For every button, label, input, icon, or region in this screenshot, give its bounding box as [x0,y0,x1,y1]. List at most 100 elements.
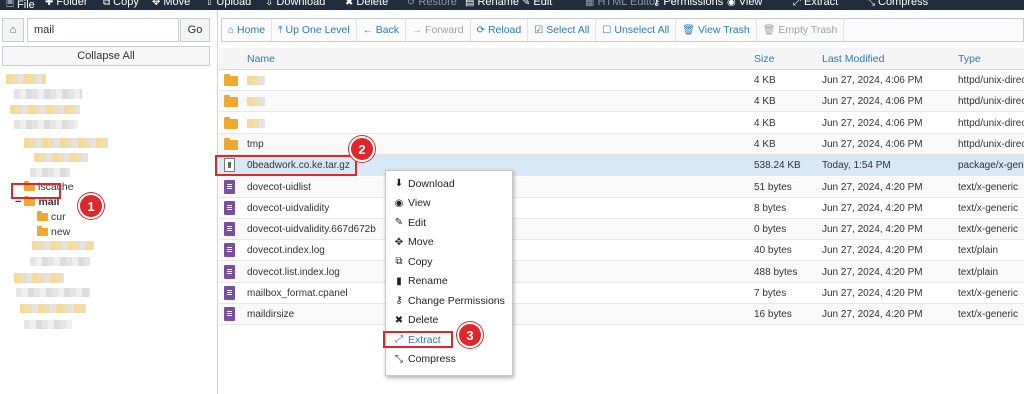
toolbar-move-button[interactable]: ✥ Move [152,0,190,8]
context-menu-compress[interactable]: ⤡ Compress [386,350,512,370]
compress-icon: ⤡ [395,353,403,365]
cell-modified: Jun 27, 2024, 4:20 PM [822,224,923,236]
home-button[interactable]: ⌂ [2,18,24,42]
column-size[interactable]: Size [754,53,774,65]
reload-button[interactable]: ⟳ Reload [471,19,529,41]
toolbar-extract-button[interactable]: ⤢ Extract [793,0,838,8]
cell-type: text/x-generic [958,181,1019,193]
collapse-all-button[interactable]: Collapse All [2,46,210,66]
column-name[interactable]: Name [247,53,275,65]
cell-size: 538.24 KB [754,160,801,172]
blurred-tree-item [30,257,90,266]
home-button[interactable]: ⌂ Home [222,19,273,41]
toolbar-download-button[interactable]: ⇩ Download [265,0,325,8]
move-icon: ✥ [394,236,404,248]
cell-size: 4 KB [754,117,776,129]
toolbar-label: Compress [878,0,929,8]
context-menu-move[interactable]: ✥ Move [386,233,512,253]
cell-name: dovecot.list.index.log [247,266,340,278]
cell-size: 40 bytes [754,245,792,257]
toolbar-upload-button[interactable]: ⇧ Upload [205,0,251,8]
eye-icon: ◉ [727,0,736,8]
check-square-icon: ☑ [534,24,544,36]
go-button[interactable]: Go [180,18,210,42]
text-file-icon [224,200,235,215]
cell-type: text/x-generic [958,224,1019,236]
table-row[interactable]: dovecot-uidlist 51 bytes Jun 27, 2024, 4:2… [219,176,1024,198]
table-row[interactable]: dovecot-uidvalidity.667d672b 0 bytes Jun 2… [219,219,1024,241]
toolbar-label: Rename [477,0,520,8]
empty-trash-button[interactable]: 🗑 Empty Trash [757,19,845,41]
context-menu-download[interactable]: ⬇ Download [386,174,512,194]
table-row[interactable]: dovecot.index.log 40 bytes Jun 27, 2024, 4… [219,240,1024,262]
cell-name: dovecot-uidlist [247,181,311,193]
extract-highlight-box [383,331,453,348]
tree-item-cur[interactable]: cur [37,211,66,223]
upload-icon: ⇧ [205,0,214,8]
back-button[interactable]: ← Back [357,19,407,41]
table-row[interactable]: mailbox_format.cpanel 7 bytes Jun 27, 2024… [219,283,1024,304]
cell-modified: Jun 27, 2024, 4:20 PM [822,266,923,278]
table-row[interactable]: maildirsize 16 bytes Jun 27, 2024, 4:20 PM… [219,304,1024,326]
toolbar-edit-button[interactable]: ✎ Edit [522,0,552,8]
cell-size: 4 KB [754,75,776,86]
table-row[interactable]: 4 KB Jun 27, 2024, 4:06 PM httpd/unix-dire… [219,91,1024,113]
toolbar-permissions-button[interactable]: ⚷ Permissions [653,0,723,8]
text-file-icon [224,307,235,322]
context-menu-view[interactable]: ◉ View [386,194,512,214]
forward-button[interactable]: → Forward [406,19,471,41]
toolbar-restore-button[interactable]: ↺ Restore [407,0,457,8]
cell-size: 4 KB [754,96,776,108]
action-label: Reload [487,24,522,36]
path-input[interactable] [27,18,179,42]
toolbar-delete-button[interactable]: ✖ Delete [345,0,388,8]
up-one-level-button[interactable]: ⤒ Up One Level [272,19,357,41]
table-header: Name Size Last Modified Type [219,48,1024,70]
context-menu-delete[interactable]: ✖ Delete [386,311,512,331]
blurred-tree-item [16,288,90,297]
context-menu-copy[interactable]: ⧉ Copy [386,252,512,272]
toolbar-label: Edit [533,0,553,8]
context-menu-label: Edit [408,216,427,229]
context-menu-label: Change Permissions [408,294,505,307]
context-menu-rename[interactable]: ▮ Rename [386,272,512,292]
column-type[interactable]: Type [958,53,981,65]
cell-modified: Jun 27, 2024, 4:20 PM [822,202,923,214]
cell-modified: Jun 27, 2024, 4:06 PM [822,138,923,150]
select-all-button[interactable]: ☑ Select All [528,19,597,41]
toolbar-view-button[interactable]: ◉ View [727,0,762,8]
eye-icon: ◉ [394,197,404,209]
toolbar-compress-button[interactable]: ⤡ Compress [867,0,928,8]
cell-name: dovecot-uidvalidity [247,202,330,214]
toolbar-html-editor-button[interactable]: ▦ HTML Editor [585,0,659,8]
blurred-file-name [247,97,265,107]
table-row[interactable]: dovecot.list.index.log 488 bytes Jun 27, 2… [219,261,1024,283]
step-badge-2: 2 [349,136,375,162]
rename-icon: ▤ [465,0,475,8]
column-last-modified[interactable]: Last Modified [822,53,884,65]
table-row[interactable]: 4 KB Jun 27, 2024, 4:06 PM httpd/unix-dire… [219,70,1024,91]
tree-item-new[interactable]: new [37,226,70,238]
cell-size: 7 bytes [754,288,787,299]
table-row[interactable]: 4 KB Jun 27, 2024, 4:06 PM httpd/unix-dire… [219,113,1024,134]
key-icon: ⚷ [395,295,403,307]
toolbar-copy-button[interactable]: ⧉ Copy [103,0,139,8]
toolbar-rename-button[interactable]: ▤ Rename [465,0,519,8]
context-menu-change-permissions[interactable]: ⚷ Change Permissions [386,291,512,311]
file-icon: ▮ [396,275,402,287]
toolbar-label: Restore [418,0,457,8]
table-row[interactable]: dovecot-uidvalidity 8 bytes Jun 27, 2024, … [219,198,1024,219]
toolbar-folder-button[interactable]: ✚ Folder [45,0,88,8]
toolbar-label: Download [276,0,326,8]
toolbar-file-button[interactable]: 🗎 File [6,0,35,10]
cell-type: httpd/unix-directory [958,138,1024,150]
unselect-all-button[interactable]: ☐ Unselect All [596,19,677,41]
blurred-tree-item [14,273,64,283]
view-trash-button[interactable]: 🗑 View Trash [676,19,757,41]
context-menu-edit[interactable]: ✎ Edit [386,213,512,233]
forward-icon: → [412,24,423,36]
table-row[interactable]: tmp 4 KB Jun 27, 2024, 4:06 PM httpd/unix-d… [219,133,1024,155]
extract-icon: ⤢ [793,0,801,8]
action-label: Forward [425,24,464,36]
text-file-icon [224,286,235,300]
